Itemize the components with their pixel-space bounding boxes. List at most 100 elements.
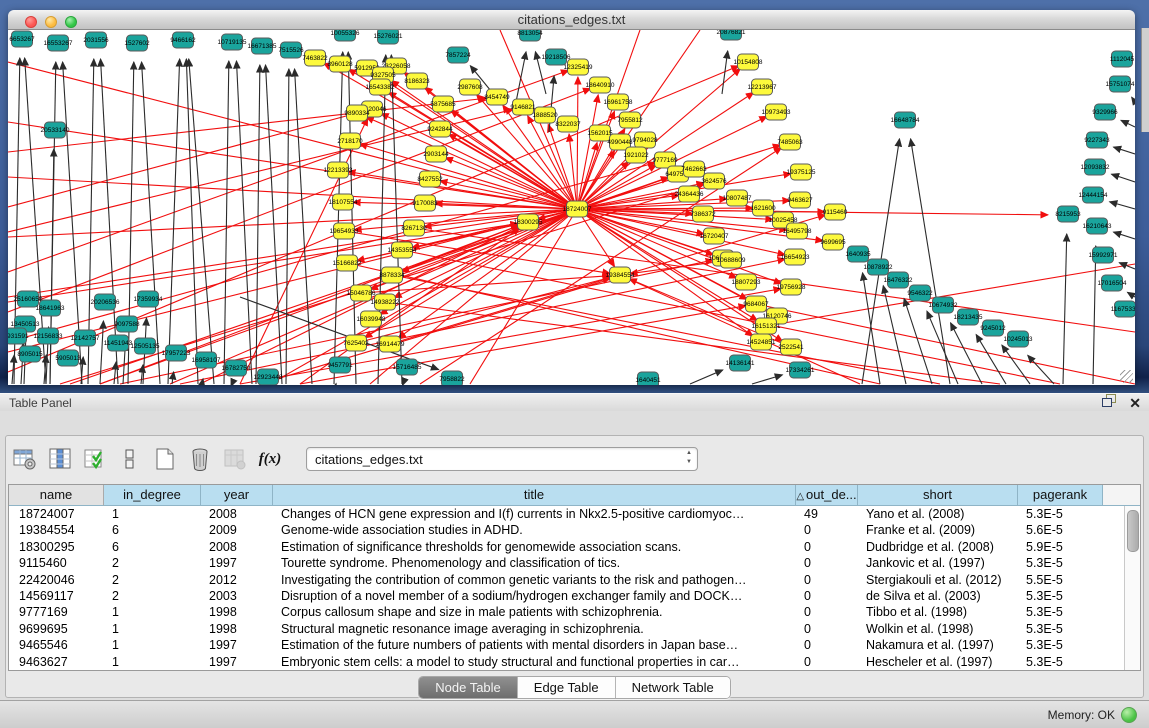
graph-node[interactable]: 16654923 — [781, 249, 810, 265]
tab-edge-table[interactable]: Edge Table — [518, 677, 616, 698]
graph-node[interactable]: 1921022 — [623, 147, 649, 163]
graph-node[interactable]: 7515526 — [278, 42, 304, 58]
graph-node[interactable]: 10878922 — [864, 259, 893, 275]
window-titlebar[interactable]: citations_edges.txt — [8, 10, 1135, 30]
table-scrollbar[interactable] — [1124, 506, 1140, 670]
graph-node[interactable]: 16210643 — [1083, 218, 1112, 234]
graph-node[interactable]: 5875685 — [430, 96, 456, 112]
graph-node[interactable]: 17334261 — [786, 362, 815, 378]
graph-node[interactable]: 12213967 — [748, 79, 777, 95]
graph-node[interactable]: 1527602 — [124, 35, 150, 51]
column-header-year[interactable]: year — [201, 485, 273, 506]
graph-node[interactable]: 1621600 — [750, 200, 776, 216]
row-height-icon[interactable] — [117, 446, 143, 472]
graph-node[interactable]: 9245012 — [980, 320, 1006, 336]
graph-node[interactable]: 12142757 — [71, 330, 100, 346]
graph-node[interactable]: 15166822 — [333, 255, 362, 271]
graph-node[interactable]: 12213393 — [324, 162, 353, 178]
column-header-in-degree[interactable]: in_degree — [104, 485, 201, 506]
network-graph[interactable]: 6653267165532672031556152760294661621071… — [8, 30, 1135, 385]
graph-node[interactable]: 9097588 — [114, 316, 140, 332]
graph-node[interactable]: 9115460 — [823, 204, 848, 220]
graph-node[interactable]: 8322037 — [555, 116, 581, 132]
graph-node[interactable]: 19756928 — [777, 279, 806, 295]
graph-node[interactable]: 7386372 — [690, 206, 716, 222]
column-header-name[interactable]: name — [9, 485, 104, 506]
graph-node[interactable]: 8454749 — [484, 89, 510, 105]
close-panel-icon[interactable]: ✕ — [1129, 396, 1141, 410]
graph-node[interactable]: 5905013 — [55, 350, 81, 366]
graph-node[interactable]: 9457791 — [327, 357, 353, 373]
graph-node[interactable]: 19375125 — [787, 164, 816, 180]
table-row[interactable]: 911546021997Tourette syndrome. Phenomeno… — [9, 555, 1140, 571]
graph-node[interactable]: 17016504 — [1098, 275, 1127, 291]
graph-node[interactable]: 16958107 — [192, 352, 221, 368]
graph-node[interactable]: 3931591 — [8, 328, 29, 344]
graph-node[interactable]: 15992971 — [1089, 247, 1118, 263]
scrollbar-thumb[interactable] — [1127, 510, 1139, 552]
graph-node[interactable]: 2522541 — [778, 339, 804, 355]
select-all-rows-icon[interactable] — [82, 446, 108, 472]
graph-node[interactable]: 16914479 — [376, 336, 405, 352]
table-row[interactable]: 2242004622012Investigating the contribut… — [9, 572, 1140, 588]
graph-node[interactable]: 14353554 — [388, 242, 417, 258]
graph-node[interactable]: 9329966 — [1092, 104, 1118, 120]
graph-node[interactable]: 9466162 — [170, 32, 196, 48]
graph-node[interactable]: 12325419 — [564, 59, 593, 75]
graph-node[interactable]: 1640451 — [635, 372, 661, 385]
graph-node[interactable]: 16720407 — [700, 228, 729, 244]
graph-node[interactable]: 7463822 — [302, 50, 328, 66]
graph-node[interactable]: 16476322 — [884, 272, 913, 288]
table-row[interactable]: 1456911722003Disruption of a novel membe… — [9, 588, 1140, 604]
graph-node[interactable]: 20533140 — [41, 122, 70, 138]
column-header-out-de-[interactable]: △out_de... — [796, 485, 858, 506]
graph-node[interactable]: 18107554 — [329, 194, 358, 210]
graph-node[interactable]: 12156833 — [34, 328, 63, 344]
graph-node[interactable]: 11675331 — [1111, 301, 1135, 317]
graph-node[interactable]: 19218506 — [542, 49, 571, 65]
show-columns-icon[interactable] — [47, 446, 73, 472]
graph-node[interactable]: 1888520 — [532, 107, 558, 123]
column-header-pagerank[interactable]: pagerank — [1018, 485, 1103, 506]
graph-node[interactable]: 8960128 — [327, 56, 353, 72]
table-row[interactable]: 1830029562008Estimation of significance … — [9, 539, 1140, 555]
graph-node[interactable]: 9699695 — [820, 234, 846, 250]
graph-node[interactable]: 6653267 — [9, 31, 35, 47]
graph-node[interactable]: 9242844 — [427, 121, 453, 137]
table-row[interactable]: 946362711997Embryonic stem cells: a mode… — [9, 654, 1140, 670]
graph-node[interactable]: 19384554 — [606, 267, 635, 283]
graph-node[interactable]: 7485063 — [777, 134, 803, 150]
function-builder-icon[interactable]: f(x) — [257, 446, 283, 472]
graph-node[interactable]: 9684067 — [743, 296, 769, 312]
graph-node[interactable]: 16151321 — [752, 318, 781, 334]
graph-node[interactable]: 16495798 — [783, 223, 812, 239]
graph-node[interactable]: 16648784 — [891, 112, 920, 128]
graph-node[interactable]: 10688609 — [717, 252, 746, 268]
graph-node[interactable]: 10973493 — [762, 104, 791, 120]
graph-node[interactable]: 10055326 — [331, 30, 360, 41]
network-canvas[interactable]: 6653267165532672031556152760294661621071… — [8, 30, 1135, 385]
tab-node-table[interactable]: Node Table — [419, 677, 518, 698]
graph-node[interactable]: 18641963 — [36, 300, 65, 316]
table-row[interactable]: 977716911998Corpus callosum shape and si… — [9, 604, 1140, 620]
graph-node[interactable]: 7462663 — [681, 161, 707, 177]
graph-node[interactable]: 8813054 — [517, 30, 543, 41]
graph-node[interactable]: 1112045 — [1110, 51, 1135, 67]
graph-node[interactable]: 12444154 — [1079, 187, 1108, 203]
graph-node[interactable]: 2903144 — [423, 146, 449, 162]
graph-node[interactable]: 18724007 — [563, 201, 592, 217]
graph-node[interactable]: 16671385 — [248, 38, 277, 54]
graph-node[interactable]: 17359934 — [134, 291, 163, 307]
graph-node[interactable]: 18807293 — [732, 274, 761, 290]
tab-network-table[interactable]: Network Table — [616, 677, 730, 698]
graph-node[interactable]: 16553267 — [44, 35, 73, 51]
graph-node[interactable]: 10245013 — [1004, 331, 1033, 347]
graph-node[interactable]: 15716485 — [393, 359, 422, 375]
graph-node[interactable]: 9170083 — [412, 195, 438, 211]
graph-node[interactable]: 8267130 — [401, 220, 427, 236]
table-row[interactable]: 969969511998Structural magnetic resonanc… — [9, 621, 1140, 637]
graph-node[interactable]: 9463627 — [787, 192, 813, 208]
graph-node[interactable]: 2031556 — [83, 32, 109, 48]
graph-node[interactable]: 14524851 — [747, 334, 776, 350]
graph-node[interactable]: 18213435 — [954, 309, 983, 325]
